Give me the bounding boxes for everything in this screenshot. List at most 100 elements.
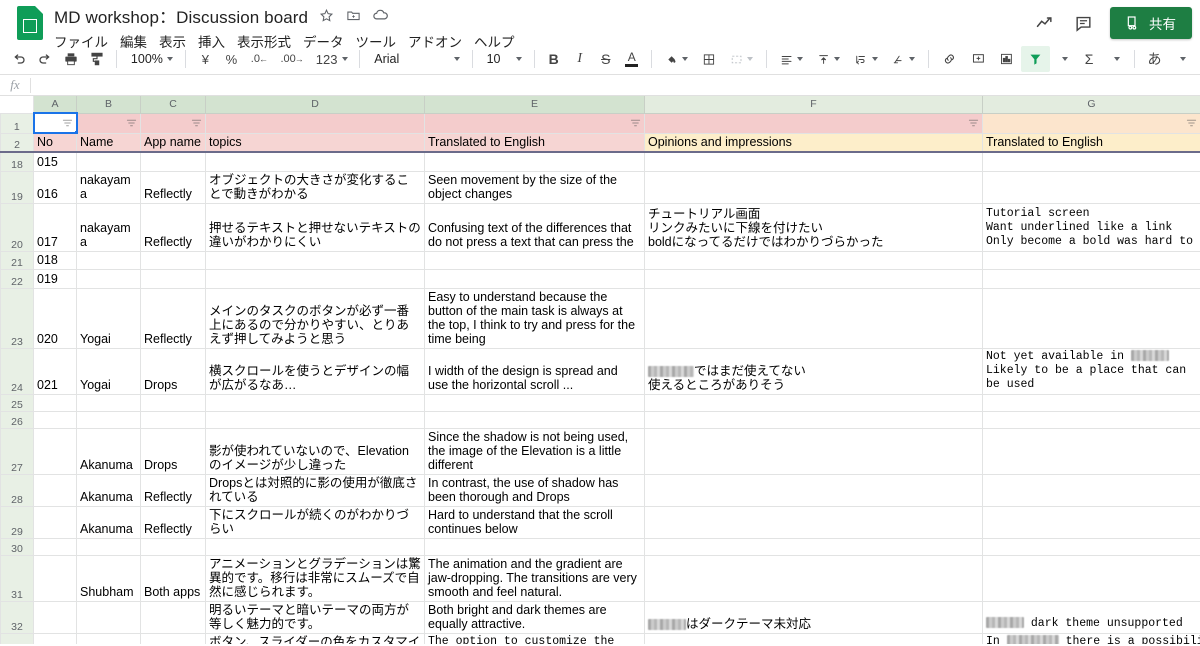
cell-d[interactable]: ボタン、スライダーの色をカスタマイズするオプションは素晴らしい機能です。: [205, 632, 425, 644]
cell-a1[interactable]: [32, 112, 78, 134]
cell-a[interactable]: [33, 554, 77, 602]
row-header[interactable]: 29: [0, 505, 34, 539]
strikethrough-button[interactable]: S: [593, 46, 619, 72]
menu-tools[interactable]: ツール: [356, 29, 404, 53]
cell-g[interactable]: [982, 393, 1200, 412]
cell-b[interactable]: [76, 410, 141, 429]
cell-c[interactable]: [140, 151, 206, 172]
cell-c[interactable]: [140, 410, 206, 429]
cell-d2[interactable]: topics: [205, 132, 425, 153]
row-header-1[interactable]: 1: [0, 112, 34, 134]
filter-icon[interactable]: [1186, 118, 1197, 129]
cell-e[interactable]: The option to customize the color of the…: [424, 632, 645, 644]
cell-d[interactable]: [205, 268, 425, 289]
menu-view[interactable]: 表示: [159, 29, 193, 53]
cell-b[interactable]: nakayama: [76, 170, 141, 204]
menu-format[interactable]: 表示形式: [237, 29, 298, 53]
row-header[interactable]: 32: [0, 600, 34, 634]
cell-g[interactable]: dark theme unsupported: [982, 600, 1200, 634]
move-to-folder-icon[interactable]: [345, 7, 362, 24]
italic-button[interactable]: I: [567, 46, 593, 72]
fill-color-icon[interactable]: [658, 46, 695, 72]
formula-input[interactable]: [31, 75, 1200, 95]
cell-d[interactable]: 押せるテキストと押せないテキストの違いがわかりにくい: [205, 202, 425, 252]
cell-e[interactable]: [424, 151, 645, 172]
cell-b[interactable]: Yogai: [76, 287, 141, 349]
cell-c[interactable]: [140, 393, 206, 412]
cell-f[interactable]: [644, 287, 983, 349]
cell-b1[interactable]: [76, 112, 141, 134]
cell-e[interactable]: Easy to understand because the button of…: [424, 287, 645, 349]
cell-f[interactable]: [644, 554, 983, 602]
cell-d[interactable]: [205, 393, 425, 412]
cell-f2[interactable]: Opinions and impressions: [644, 132, 983, 153]
cell-g[interactable]: [982, 170, 1200, 204]
input-tools-button[interactable]: あ: [1141, 46, 1168, 72]
cell-e1[interactable]: [644, 112, 983, 134]
menu-file[interactable]: ファイル: [54, 29, 115, 53]
column-header-b[interactable]: B: [76, 96, 141, 114]
cell-f[interactable]: [644, 151, 983, 172]
cell-b[interactable]: [76, 268, 141, 289]
spreadsheet-grid[interactable]: A B C D E F G 1 2 No Name App name topic…: [0, 96, 1200, 644]
select-all-corner[interactable]: [0, 96, 34, 114]
cell-b[interactable]: [76, 537, 141, 556]
cell-e[interactable]: Seen movement by the size of the object …: [424, 170, 645, 204]
cell-b[interactable]: Akanuma: [76, 505, 141, 539]
cell-g[interactable]: [982, 250, 1200, 270]
cell-c1[interactable]: [140, 112, 206, 134]
row-header[interactable]: 31: [0, 554, 34, 602]
functions-dropdown[interactable]: [1102, 46, 1128, 72]
cell-d1[interactable]: [205, 112, 425, 134]
cell-a[interactable]: [33, 537, 77, 556]
column-header-d[interactable]: D: [205, 96, 425, 114]
cell-b[interactable]: [76, 151, 141, 172]
document-title[interactable]: MD workshop：Discussion board: [54, 3, 308, 28]
cell-e[interactable]: Confusing text of the differences that d…: [424, 202, 645, 252]
cell-b[interactable]: [76, 393, 141, 412]
cell-f[interactable]: では複数のテーマを使う可能性がある。参考にできるかも: [644, 632, 983, 644]
cell-f[interactable]: [644, 250, 983, 270]
cell-f[interactable]: ではまだ使えてない 使えるところがありそう: [644, 347, 983, 395]
cell-b[interactable]: [76, 250, 141, 270]
menu-data[interactable]: データ: [303, 29, 351, 53]
cell-a[interactable]: [33, 410, 77, 429]
cell-f[interactable]: [644, 410, 983, 429]
cell-g[interactable]: Not yet available in Likely to be a plac…: [982, 347, 1200, 395]
cell-e[interactable]: Since the shadow is not being used, the …: [424, 427, 645, 475]
cell-g[interactable]: [982, 410, 1200, 429]
cell-f[interactable]: [644, 537, 983, 556]
cell-b[interactable]: nakayama: [76, 202, 141, 252]
cell-a[interactable]: 015: [33, 151, 77, 172]
filter-icon[interactable]: [968, 118, 979, 129]
cell-c[interactable]: Reflectly: [140, 287, 206, 349]
cell-e[interactable]: Hard to understand that the scroll conti…: [424, 505, 645, 539]
cell-c[interactable]: Reflectly: [140, 473, 206, 507]
cell-e[interactable]: [424, 250, 645, 270]
cell-c[interactable]: Relfectly: [140, 632, 206, 644]
comment-history-icon[interactable]: [1066, 6, 1100, 40]
cell-c[interactable]: Reflectly: [140, 505, 206, 539]
cell-a[interactable]: [33, 632, 77, 644]
menu-help[interactable]: ヘルプ: [474, 29, 522, 53]
text-color-button[interactable]: A: [619, 46, 645, 72]
activity-trend-icon[interactable]: [1028, 6, 1062, 40]
row-header[interactable]: 22: [0, 268, 34, 289]
cell-a[interactable]: 021: [33, 347, 77, 395]
bold-button[interactable]: B: [541, 46, 567, 72]
cell-e[interactable]: Both bright and dark themes are equally …: [424, 600, 645, 634]
text-wrap-icon[interactable]: [847, 46, 884, 72]
cell-g[interactable]: [982, 537, 1200, 556]
column-header-a[interactable]: A: [33, 96, 77, 114]
cell-f[interactable]: [644, 427, 983, 475]
insert-comment-icon[interactable]: [964, 46, 993, 72]
cell-e[interactable]: [424, 410, 645, 429]
row-header[interactable]: 28: [0, 473, 34, 507]
cell-e[interactable]: The animation and the gradient are jaw-d…: [424, 554, 645, 602]
cell-e[interactable]: [424, 393, 645, 412]
cell-a[interactable]: 020: [33, 287, 77, 349]
row-header[interactable]: 27: [0, 427, 34, 475]
merge-cells-icon[interactable]: [723, 46, 760, 72]
cell-g[interactable]: [982, 268, 1200, 289]
cell-a[interactable]: [33, 473, 77, 507]
